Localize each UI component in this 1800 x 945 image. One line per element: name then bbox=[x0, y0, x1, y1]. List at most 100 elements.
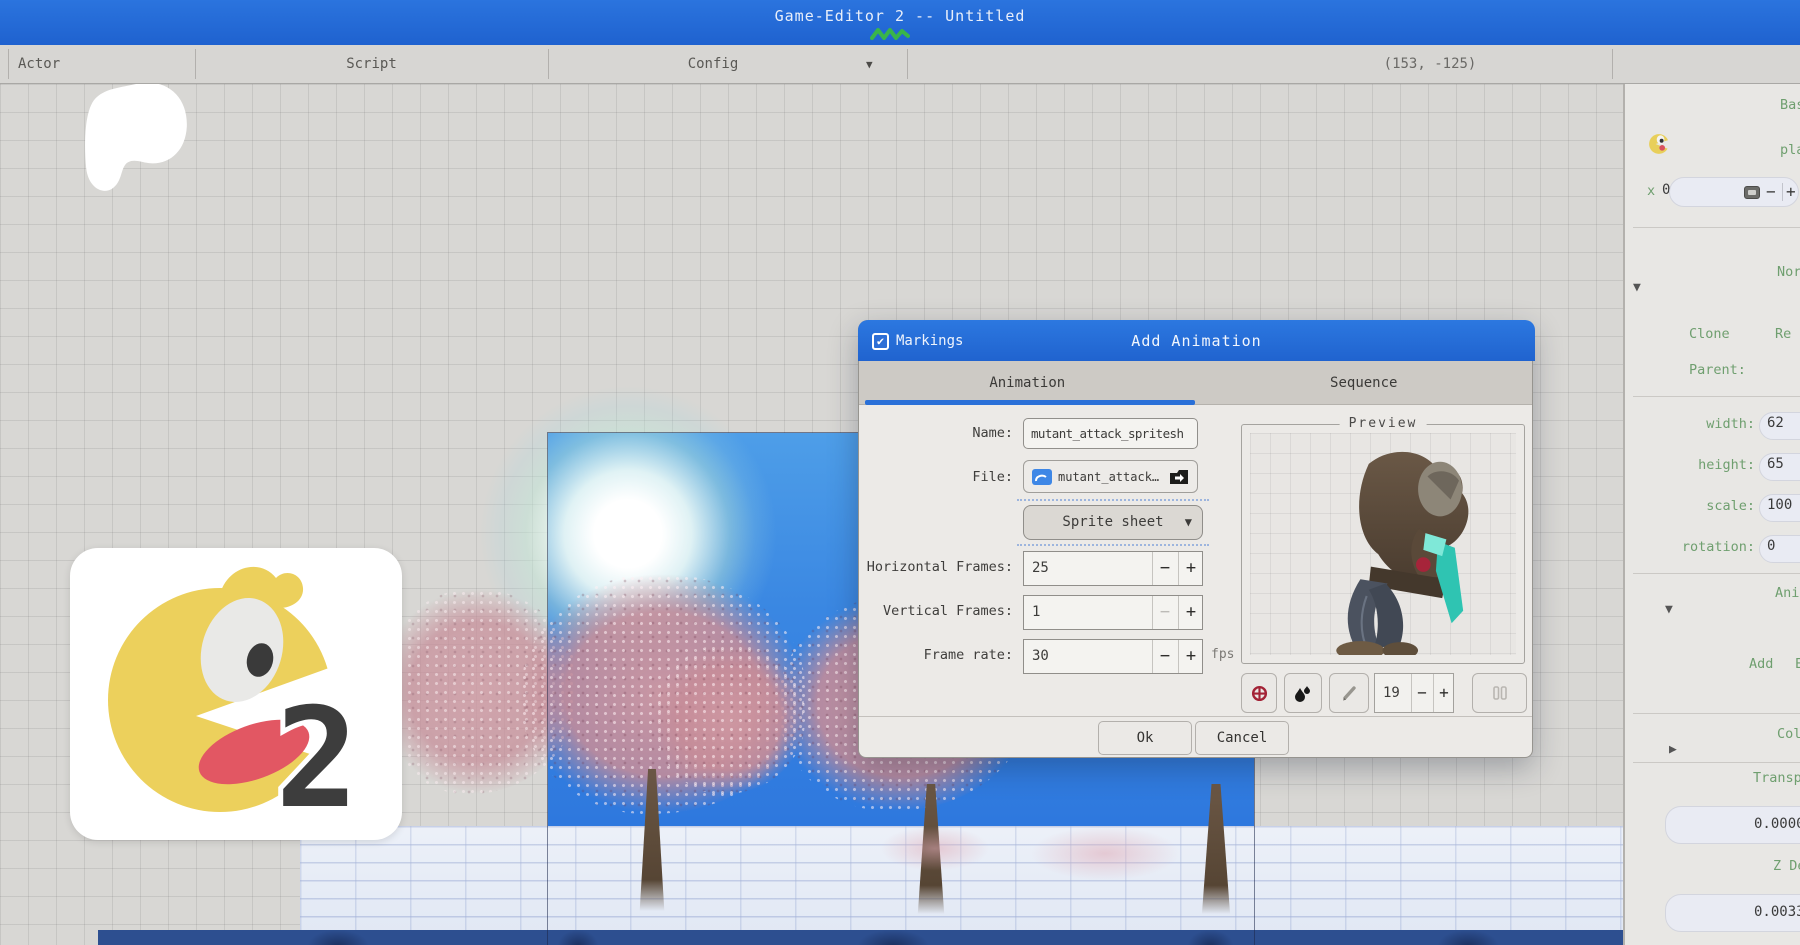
frame-number-spinner[interactable]: 19 − + bbox=[1374, 673, 1454, 713]
horizontal-frames-label: Horizontal Frames: bbox=[859, 559, 1013, 575]
minus-button[interactable]: − bbox=[1152, 640, 1178, 673]
width-label: width: bbox=[1625, 416, 1755, 432]
pencil-button[interactable] bbox=[1329, 673, 1369, 713]
add-animation-button[interactable]: Add bbox=[1749, 656, 1773, 672]
actor-thumbnail-icon bbox=[1648, 132, 1672, 156]
vertical-frames-spinner[interactable]: 1 − + bbox=[1023, 595, 1203, 630]
dialog-divider bbox=[859, 716, 1532, 717]
edit-button-partial[interactable]: E bbox=[1795, 656, 1800, 672]
cursor-coordinates: (153, -125) bbox=[1320, 45, 1540, 84]
image-picker-icon[interactable] bbox=[1744, 186, 1760, 199]
height-value: 65 bbox=[1767, 456, 1784, 472]
plus-button[interactable]: + bbox=[1786, 178, 1796, 206]
transparency-field[interactable]: 0.0000 bbox=[1665, 806, 1800, 844]
horizontal-frames-value[interactable]: 25 bbox=[1032, 552, 1049, 585]
image-thumb-icon bbox=[1032, 469, 1052, 485]
chevron-down-icon: ▼ bbox=[1185, 506, 1192, 539]
plus-button[interactable]: + bbox=[1178, 640, 1204, 673]
scale-label: scale: bbox=[1625, 498, 1755, 514]
menu-bar: Actor Script Config ▼ (153, -125) bbox=[0, 45, 1800, 84]
vertical-frames-label: Vertical Frames: bbox=[859, 603, 1013, 619]
window-title: Game-Editor 2 -- Untitled bbox=[0, 7, 1800, 25]
clone-button[interactable]: Clone bbox=[1689, 326, 1730, 342]
tab-sequence[interactable]: Sequence bbox=[1196, 361, 1533, 405]
minus-button[interactable]: − bbox=[1766, 178, 1776, 206]
pause-icon bbox=[1492, 686, 1508, 700]
cancel-button[interactable]: Cancel bbox=[1195, 721, 1289, 755]
remove-button[interactable]: Re bbox=[1775, 326, 1791, 342]
patreon-logo bbox=[82, 80, 190, 195]
dialog-tabstrip: Animation Sequence bbox=[859, 361, 1532, 405]
menu-actor[interactable]: Actor bbox=[18, 45, 60, 84]
plus-button[interactable]: + bbox=[1433, 674, 1455, 712]
preview-viewport bbox=[1250, 433, 1516, 655]
zdepth-label: Z De bbox=[1773, 858, 1800, 874]
transparency-label: Transpa bbox=[1753, 770, 1800, 786]
frame-rate-spinner[interactable]: 30 − + bbox=[1023, 639, 1203, 674]
frame-rate-value[interactable]: 30 bbox=[1032, 640, 1049, 673]
file-label: File: bbox=[859, 469, 1013, 485]
zdepth-field[interactable]: 0.0033 bbox=[1665, 894, 1800, 932]
file-picker-button[interactable]: mutant_attack… bbox=[1023, 460, 1198, 493]
dialog-title: Add Animation bbox=[858, 332, 1535, 350]
actor-name-label: pla bbox=[1780, 142, 1800, 158]
frame-number-value[interactable]: 19 bbox=[1383, 674, 1400, 712]
x-spinner[interactable]: − + bbox=[1669, 177, 1799, 207]
plus-button[interactable]: + bbox=[1178, 596, 1204, 629]
logo-numeral: 2 bbox=[275, 678, 358, 839]
ok-button[interactable]: Ok bbox=[1098, 721, 1192, 755]
config-dropdown-arrow[interactable]: ▼ bbox=[866, 45, 873, 84]
fps-unit-label: fps bbox=[1211, 647, 1234, 662]
animation-type-dropdown[interactable]: Sprite sheet ▼ bbox=[1023, 505, 1203, 540]
menu-script[interactable]: Script bbox=[195, 45, 548, 84]
name-input[interactable]: mutant_attack_spritesh bbox=[1023, 418, 1198, 449]
frame-rate-label: Frame rate: bbox=[859, 647, 1013, 663]
title-bar: Game-Editor 2 -- Untitled bbox=[0, 0, 1800, 45]
menu-config[interactable]: Config bbox=[548, 45, 878, 84]
pencil-icon bbox=[1340, 684, 1358, 702]
collapse-arrow-icon[interactable]: ▼ bbox=[1633, 280, 1641, 295]
zigzag-icon bbox=[870, 26, 910, 42]
section-color-label: Col bbox=[1777, 726, 1800, 742]
x-label: x bbox=[1647, 183, 1655, 199]
import-icon bbox=[1169, 468, 1189, 485]
rotation-value: 0 bbox=[1767, 538, 1775, 554]
name-label: Name: bbox=[859, 425, 1013, 441]
dialog-header[interactable]: ✔ Markings Add Animation bbox=[858, 320, 1535, 361]
transparency-value: 0.0000 bbox=[1754, 816, 1800, 832]
screen: 2 Game-Editor 2 -- Untitled Actor Script… bbox=[0, 0, 1800, 945]
expand-arrow-icon[interactable]: ▶ bbox=[1669, 742, 1677, 757]
minus-button[interactable]: − bbox=[1152, 552, 1178, 585]
mode-label: Nor bbox=[1777, 264, 1800, 280]
parent-label: Parent: bbox=[1689, 362, 1746, 378]
game-editor-2-logo: 2 bbox=[70, 548, 402, 840]
collapse-arrow-icon[interactable]: ▼ bbox=[1665, 602, 1673, 617]
pause-button[interactable] bbox=[1472, 673, 1527, 713]
droplets-icon bbox=[1294, 685, 1312, 702]
section-basic-label: Bas bbox=[1780, 97, 1800, 113]
droplets-button[interactable] bbox=[1284, 673, 1322, 713]
crosshair-icon bbox=[1251, 685, 1268, 702]
rotation-label: rotation: bbox=[1625, 539, 1755, 555]
vertical-frames-value[interactable]: 1 bbox=[1032, 596, 1040, 629]
horizontal-frames-spinner[interactable]: 25 − + bbox=[1023, 551, 1203, 586]
tab-animation[interactable]: Animation bbox=[859, 361, 1196, 405]
minus-button-disabled: − bbox=[1152, 596, 1178, 629]
preview-panel: Preview bbox=[1241, 424, 1525, 664]
width-value: 62 bbox=[1767, 415, 1784, 431]
active-tab-underline bbox=[865, 400, 1195, 405]
minus-button[interactable]: − bbox=[1411, 674, 1433, 712]
zdepth-value: 0.0033 bbox=[1754, 904, 1800, 920]
scale-value: 100 bbox=[1767, 497, 1792, 513]
file-name: mutant_attack… bbox=[1058, 470, 1159, 484]
rotation-field[interactable] bbox=[1759, 535, 1800, 563]
actor-properties-panel: Bas pla x 0 − + Nor ▼ Clone Re Parent: bbox=[1623, 84, 1800, 945]
mutant-sprite-preview bbox=[1305, 445, 1485, 655]
animation-type-value: Sprite sheet bbox=[1062, 514, 1163, 530]
section-animations-label: Anim bbox=[1775, 585, 1800, 601]
plus-button[interactable]: + bbox=[1178, 552, 1204, 585]
target-button[interactable] bbox=[1241, 673, 1277, 713]
height-label: height: bbox=[1625, 457, 1755, 473]
add-animation-dialog: ✔ Markings Add Animation Animation Seque… bbox=[858, 320, 1533, 758]
preview-label: Preview bbox=[1340, 416, 1427, 431]
